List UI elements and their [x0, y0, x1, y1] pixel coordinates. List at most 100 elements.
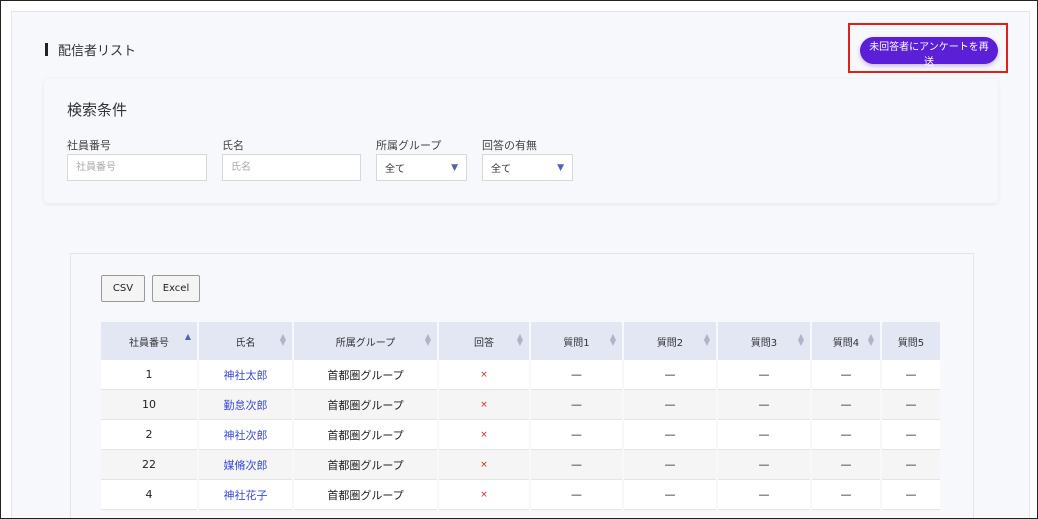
cell-name: 神社次郎	[198, 419, 294, 450]
group-label: 所属グループ	[376, 139, 442, 152]
employee-name-link[interactable]: 勤怠次郎	[224, 399, 268, 412]
app-frame: 配信者リスト 未回答者にアンケートを再送 検索条件 社員番号 氏名 所属グループ…	[0, 0, 1038, 519]
column-header-label: 質問1	[563, 337, 590, 349]
column-header-q2[interactable]: 質問2 ▲ ▼	[623, 322, 718, 360]
respondent-table: 社員番号 ▲ 氏名 ▲ ▼ 所属グループ ▲ ▼ 回答 ▲ ▼ 質問1 ▲ ▼ 質問2 ▲ ▼ 質問3…	[101, 322, 942, 510]
cell-q1: —	[530, 389, 624, 420]
column-header-name[interactable]: 氏名 ▲ ▼	[198, 322, 294, 360]
employee-name-link[interactable]: 神社花子	[224, 489, 268, 502]
table-row: 4 神社花子 首都圏グループ × — — — — —	[101, 479, 942, 510]
sort-icon: ▲ ▼	[867, 332, 874, 347]
group-select[interactable]: 全て ▼	[376, 154, 467, 181]
chevron-down-icon: ▼	[451, 162, 458, 173]
answered-label: 回答の有無	[482, 139, 537, 152]
cell-q1: —	[530, 449, 624, 480]
cell-q5: —	[881, 449, 942, 480]
cell-employee-no: 1	[101, 360, 199, 390]
cell-answer: ×	[438, 449, 531, 480]
column-header-label: 質問4	[832, 337, 860, 349]
cell-answer: ×	[438, 479, 531, 510]
cell-q5: —	[881, 389, 942, 420]
table-row: 2 神社次郎 首都圏グループ × — — — — —	[101, 419, 942, 450]
table-row: 22 媒脩次郎 首都圏グループ × — — — — —	[101, 449, 942, 480]
employee-name-link[interactable]: 神社太郎	[224, 369, 268, 382]
cell-q3: —	[717, 449, 812, 480]
cell-q4: —	[811, 419, 882, 450]
title-bar-decoration	[45, 42, 48, 56]
employee-no-label: 社員番号	[67, 139, 111, 152]
cell-q3: —	[717, 360, 812, 390]
cell-q4: —	[811, 479, 882, 510]
name-input[interactable]	[222, 154, 361, 181]
sort-icon: ▲ ▼	[703, 332, 710, 347]
column-header-label: 氏名	[235, 337, 256, 349]
column-header-q5[interactable]: 質問5	[881, 322, 942, 360]
cell-q4: —	[811, 360, 882, 390]
column-header-label: 回答	[474, 337, 494, 349]
cell-q3: —	[717, 419, 812, 450]
cell-group: 首都圏グループ	[293, 360, 439, 390]
table-row: 1 神社太郎 首都圏グループ × — — — — —	[101, 360, 942, 390]
cell-q5: —	[881, 419, 942, 450]
page-title-text: 配信者リスト	[58, 43, 137, 59]
column-header-label: 所属グループ	[335, 337, 396, 349]
resend-survey-button[interactable]: 未回答者にアンケートを再送	[860, 37, 998, 68]
sort-icon: ▲ ▼	[279, 332, 286, 347]
cell-answer: ×	[438, 389, 531, 420]
employee-name-link[interactable]: 神社次郎	[224, 429, 268, 442]
cell-q2: —	[623, 479, 718, 510]
cell-q2: —	[623, 419, 718, 450]
cell-q5: —	[881, 360, 942, 390]
sort-icon: ▲ ▼	[609, 332, 616, 347]
cell-group: 首都圏グループ	[293, 389, 439, 420]
cell-q2: —	[623, 389, 718, 420]
page-title: 配信者リスト	[45, 41, 137, 59]
cell-name: 神社花子	[198, 479, 294, 510]
table-row: 10 勤怠次郎 首都圏グループ × — — — — —	[101, 389, 942, 420]
cell-q2: —	[623, 360, 718, 390]
sort-icon: ▲ ▼	[797, 332, 804, 347]
cell-q4: —	[811, 449, 882, 480]
cell-group: 首都圏グループ	[293, 419, 439, 450]
answered-select[interactable]: 全て ▼	[482, 154, 573, 181]
cell-q4: —	[811, 389, 882, 420]
chevron-down-icon: ▼	[557, 162, 564, 173]
cell-q3: —	[717, 479, 812, 510]
column-header-label: 質問5	[897, 337, 925, 349]
cell-name: 勤怠次郎	[198, 389, 294, 420]
search-title: 検索条件	[67, 101, 128, 119]
column-header-label: 社員番号	[129, 337, 169, 349]
sort-icon: ▲ ▼	[424, 332, 431, 347]
export-csv-button[interactable]: CSV	[101, 275, 145, 302]
cell-answer: ×	[438, 419, 531, 450]
column-header-answer[interactable]: 回答 ▲ ▼	[438, 322, 531, 360]
column-header-label: 質問2	[656, 337, 684, 349]
cell-answer: ×	[438, 360, 531, 390]
employee-name-link[interactable]: 媒脩次郎	[224, 459, 268, 472]
table-header-row: 社員番号 ▲ 氏名 ▲ ▼ 所属グループ ▲ ▼ 回答 ▲ ▼ 質問1 ▲ ▼ 質問2 ▲ ▼ 質問3…	[101, 322, 942, 360]
cell-employee-no: 4	[101, 479, 199, 510]
cell-q3: —	[717, 389, 812, 420]
cell-q1: —	[530, 360, 624, 390]
column-header-label: 質問3	[750, 337, 778, 349]
cell-q5: —	[881, 479, 942, 510]
column-header-q3[interactable]: 質問3 ▲ ▼	[717, 322, 812, 360]
column-header-q4[interactable]: 質問4 ▲ ▼	[811, 322, 882, 360]
answered-select-value: 全て	[491, 164, 511, 175]
cell-name: 神社太郎	[198, 360, 294, 390]
column-header-employee-no[interactable]: 社員番号 ▲	[101, 322, 199, 360]
cell-group: 首都圏グループ	[293, 479, 439, 510]
name-label: 氏名	[222, 139, 244, 152]
column-header-q1[interactable]: 質問1 ▲ ▼	[530, 322, 624, 360]
column-header-group[interactable]: 所属グループ ▲ ▼	[293, 322, 439, 360]
cell-employee-no: 10	[101, 389, 199, 420]
cell-name: 媒脩次郎	[198, 449, 294, 480]
cell-employee-no: 22	[101, 449, 199, 480]
cell-group: 首都圏グループ	[293, 449, 439, 480]
export-excel-button[interactable]: Excel	[152, 275, 200, 302]
sort-icon: ▲ ▼	[516, 332, 523, 347]
cell-q2: —	[623, 449, 718, 480]
cell-q1: —	[530, 419, 624, 450]
group-select-value: 全て	[385, 164, 405, 175]
employee-no-input[interactable]	[67, 154, 207, 181]
